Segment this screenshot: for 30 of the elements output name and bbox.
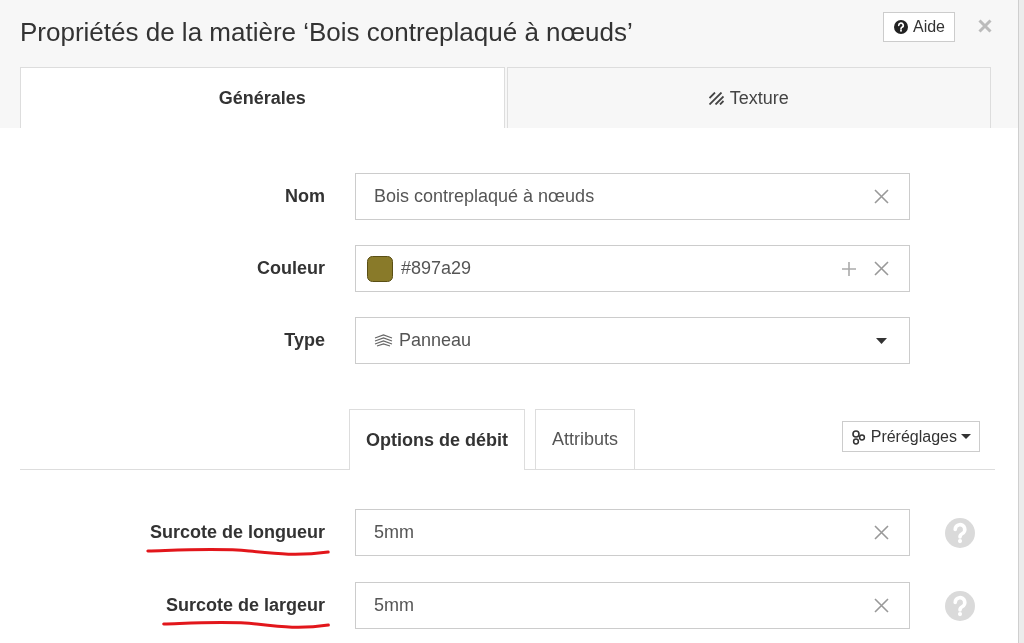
- caret-icon: [876, 337, 887, 344]
- dialog-title: Propriétés de la matière ‘Bois contreplaqué à nœuds’: [20, 17, 634, 48]
- clear-icon[interactable]: [874, 261, 889, 276]
- field-label: Type: [284, 330, 325, 351]
- color-swatch-icon[interactable]: [367, 255, 393, 282]
- tab[interactable]: Attributs: [535, 409, 636, 469]
- clear-icon[interactable]: [874, 525, 889, 540]
- gears-icon: [850, 428, 867, 445]
- layers-icon: [374, 334, 393, 347]
- color-field[interactable]: #897a29: [355, 245, 910, 292]
- text-field[interactable]: 5mm: [355, 509, 910, 556]
- presets-button[interactable]: Préréglages: [841, 421, 980, 452]
- tab[interactable]: Générales: [20, 67, 505, 128]
- field-label: Surcote de longueur: [149, 522, 325, 543]
- plus-icon[interactable]: [842, 261, 856, 276]
- hatch-icon: [708, 91, 724, 105]
- caret-icon: [961, 434, 971, 439]
- clear-icon[interactable]: [874, 598, 889, 613]
- field-label: Surcote de largeur: [165, 595, 325, 616]
- close-icon[interactable]: [978, 19, 992, 33]
- tab[interactable]: Texture: [506, 67, 991, 128]
- tab[interactable]: Options de débit: [349, 409, 525, 470]
- field-label: Couleur: [257, 258, 325, 279]
- help-button[interactable]: Aide: [882, 12, 955, 42]
- help-icon: [893, 20, 908, 34]
- field-label: Nom: [285, 186, 325, 207]
- text-field[interactable]: 5mm: [355, 582, 910, 629]
- text-field[interactable]: Bois contreplaqué à nœuds: [355, 173, 910, 220]
- select-field[interactable]: Panneau: [355, 317, 910, 364]
- clear-icon[interactable]: [874, 189, 889, 204]
